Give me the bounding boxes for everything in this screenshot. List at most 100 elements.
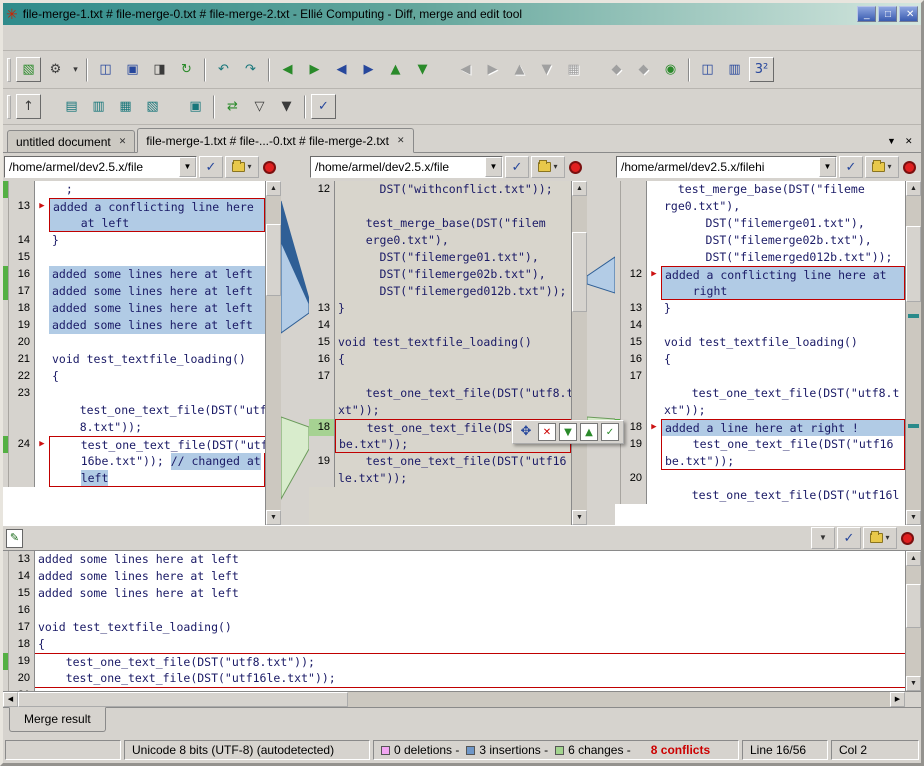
code-line[interactable]: test_one_text_file(DST("utf16l xyxy=(615,487,905,504)
recompare-icon[interactable]: ◉ xyxy=(658,57,683,82)
toolbar-grip[interactable] xyxy=(7,58,11,82)
scroll-down-icon[interactable]: ▼ xyxy=(906,676,921,691)
promote-right-icon[interactable]: ▼ xyxy=(410,57,435,82)
code-line[interactable]: 19 added some lines here at left xyxy=(3,317,265,334)
minimize-button[interactable]: _ xyxy=(857,6,876,22)
code-line[interactable]: 22 { xyxy=(3,368,265,385)
promote-left-icon[interactable]: ▲ xyxy=(383,57,408,82)
chevron-down-icon[interactable]: ▼ xyxy=(485,157,502,177)
chevron-down-icon[interactable]: ▼ xyxy=(179,157,196,177)
right-vertical-scrollbar[interactable]: ▲ ▼ xyxy=(905,181,921,525)
code-line[interactable]: 20 test_one_text_file(DST("utf16le.txt")… xyxy=(3,670,905,687)
code-line[interactable]: 8.txt")); xyxy=(3,419,265,436)
code-line[interactable]: 17 added some lines here at left xyxy=(3,283,265,300)
merge-browse-button[interactable]: ▾ xyxy=(863,527,897,549)
validate-merge-icon[interactable]: ✓ xyxy=(311,94,336,119)
code-line[interactable]: 18 { xyxy=(3,636,905,653)
scrollbar-thumb[interactable] xyxy=(266,224,281,296)
two-panes-layout-icon[interactable]: ◫ xyxy=(695,57,720,82)
scrollbar-thumb[interactable] xyxy=(906,584,921,628)
save-icon[interactable]: ◫ xyxy=(93,57,118,82)
merge-dropdown-button[interactable]: ▼ xyxy=(811,527,835,549)
tools-icon[interactable]: ⚙ xyxy=(43,57,68,82)
code-line[interactable]: DST("filemerged012b.txt")); xyxy=(615,249,905,266)
middle-path-combo[interactable]: /home/armel/dev2.5.x/file ▼ xyxy=(310,156,503,178)
three-panes-layout-icon[interactable]: ▥ xyxy=(722,57,747,82)
scroll-up-icon[interactable]: ▲ xyxy=(572,181,587,196)
code-line[interactable]: 12 ▶ added a conflicting line here at xyxy=(615,266,905,283)
take-right-change-icon[interactable]: ▲ xyxy=(580,423,598,441)
code-line[interactable]: 15 void test_textfile_loading() xyxy=(309,334,571,351)
code-line[interactable]: 14 xyxy=(309,317,571,334)
left-validate-button[interactable]: ✓ xyxy=(199,156,223,178)
code-line[interactable]: test_one_text_file(DST("utf8.t xyxy=(615,385,905,402)
right-validate-button[interactable]: ✓ xyxy=(839,156,863,178)
code-line[interactable]: 16be.txt")); // changed at xyxy=(3,453,265,470)
title-bar[interactable]: ✳ file-merge-1.txt # file-merge-0.txt # … xyxy=(3,3,921,25)
code-line[interactable]: DST("filemerge02b.txt"), xyxy=(615,232,905,249)
scrollbar-track[interactable] xyxy=(572,196,587,510)
take-left-change-icon[interactable]: ▼ xyxy=(559,423,577,441)
scroll-up-icon[interactable]: ▲ xyxy=(906,181,921,196)
code-line[interactable]: 18 added some lines here at left xyxy=(3,300,265,317)
scrollbar-track[interactable] xyxy=(18,692,890,707)
file-properties-icon[interactable]: ▣ xyxy=(183,94,208,119)
scrollbar-thumb[interactable] xyxy=(906,226,921,302)
tools-dropdown-icon[interactable]: ▾ xyxy=(70,57,81,82)
sort-icon[interactable]: ▼ xyxy=(274,94,299,119)
maximize-button[interactable]: □ xyxy=(878,6,897,22)
code-line[interactable]: 20 xyxy=(615,470,905,487)
print-icon[interactable]: ◨ xyxy=(147,57,172,82)
left-browse-button[interactable]: ▾ xyxy=(225,156,259,178)
menu-customize[interactable] xyxy=(137,35,155,41)
tab-merge-result[interactable]: Merge result xyxy=(9,707,106,732)
menu-tabs[interactable] xyxy=(119,35,137,41)
code-line[interactable]: 13 } xyxy=(309,300,571,317)
tab-file-merge[interactable]: file-merge-1.txt # file-...-0.txt # file… xyxy=(137,128,413,153)
menu-help[interactable] xyxy=(155,35,173,41)
copy-to-right-icon[interactable]: ▶ xyxy=(302,57,327,82)
three-two-panes-icon[interactable]: 3² xyxy=(749,57,774,82)
code-line[interactable]: 15 void test_textfile_loading() xyxy=(615,334,905,351)
code-line[interactable]: left xyxy=(3,470,265,487)
middle-record-target-icon[interactable] xyxy=(569,161,582,174)
code-line[interactable]: at left xyxy=(3,215,265,232)
rename-file-icon[interactable]: ▧ xyxy=(140,94,165,119)
replace-block-icon[interactable]: ▦ xyxy=(561,57,586,82)
scroll-left-icon[interactable]: ◀ xyxy=(3,692,18,707)
move-file-icon[interactable]: ▥ xyxy=(86,94,111,119)
code-line[interactable]: xt")); xyxy=(615,402,905,419)
menu-view[interactable] xyxy=(83,35,101,41)
toolbar-grip[interactable] xyxy=(7,95,11,119)
append-to-left-icon[interactable]: ◀ xyxy=(329,57,354,82)
code-line[interactable]: DST("filemerge02b.txt"), xyxy=(309,266,571,283)
merge-validate-button[interactable]: ✓ xyxy=(837,527,861,549)
code-line[interactable]: 19 test_one_text_file(DST("utf16 xyxy=(309,453,571,470)
code-line[interactable]: erge0.txt"), xyxy=(309,232,571,249)
menu-actions[interactable] xyxy=(101,35,119,41)
parent-folder-icon[interactable]: ↑ xyxy=(16,94,41,119)
code-line[interactable]: DST("filemerge01.txt"), xyxy=(615,215,905,232)
code-line[interactable]: xt")); xyxy=(309,402,571,419)
redo-icon[interactable]: ↷ xyxy=(238,57,263,82)
code-line[interactable]: 13 ▶ added a conflicting line here xyxy=(3,198,265,215)
tabbar-close-icon[interactable]: ✕ xyxy=(899,131,917,149)
code-line[interactable]: test_one_text_file(DST("utf8.t xyxy=(309,385,571,402)
delete-in-right-icon[interactable]: ▶ xyxy=(480,57,505,82)
code-line[interactable] xyxy=(309,198,571,215)
code-line[interactable]: 13 added some lines here at left xyxy=(3,551,905,568)
delete-in-left-icon[interactable]: ◀ xyxy=(453,57,478,82)
move-toolbar-handle-icon[interactable]: ✥ xyxy=(517,423,535,441)
left-record-target-icon[interactable] xyxy=(263,161,276,174)
code-line[interactable]: 19 test_one_text_file(DST("utf16 xyxy=(615,436,905,453)
code-line[interactable]: 14 added some lines here at left xyxy=(3,568,905,585)
code-line[interactable]: DST("filemerge01.txt"), xyxy=(309,249,571,266)
code-line[interactable]: 16 added some lines here at left xyxy=(3,266,265,283)
next-conflict-icon[interactable]: ◆ xyxy=(631,57,656,82)
right-path-combo[interactable]: /home/armel/dev2.5.x/filehi ▼ xyxy=(616,156,837,178)
code-line[interactable]: right xyxy=(615,283,905,300)
code-line[interactable]: rge0.txt"), xyxy=(615,198,905,215)
code-line[interactable]: 16 { xyxy=(615,351,905,368)
code-line[interactable]: 19 test_one_text_file(DST("utf8.txt")); xyxy=(3,653,905,670)
scroll-up-icon[interactable]: ▲ xyxy=(266,181,281,196)
